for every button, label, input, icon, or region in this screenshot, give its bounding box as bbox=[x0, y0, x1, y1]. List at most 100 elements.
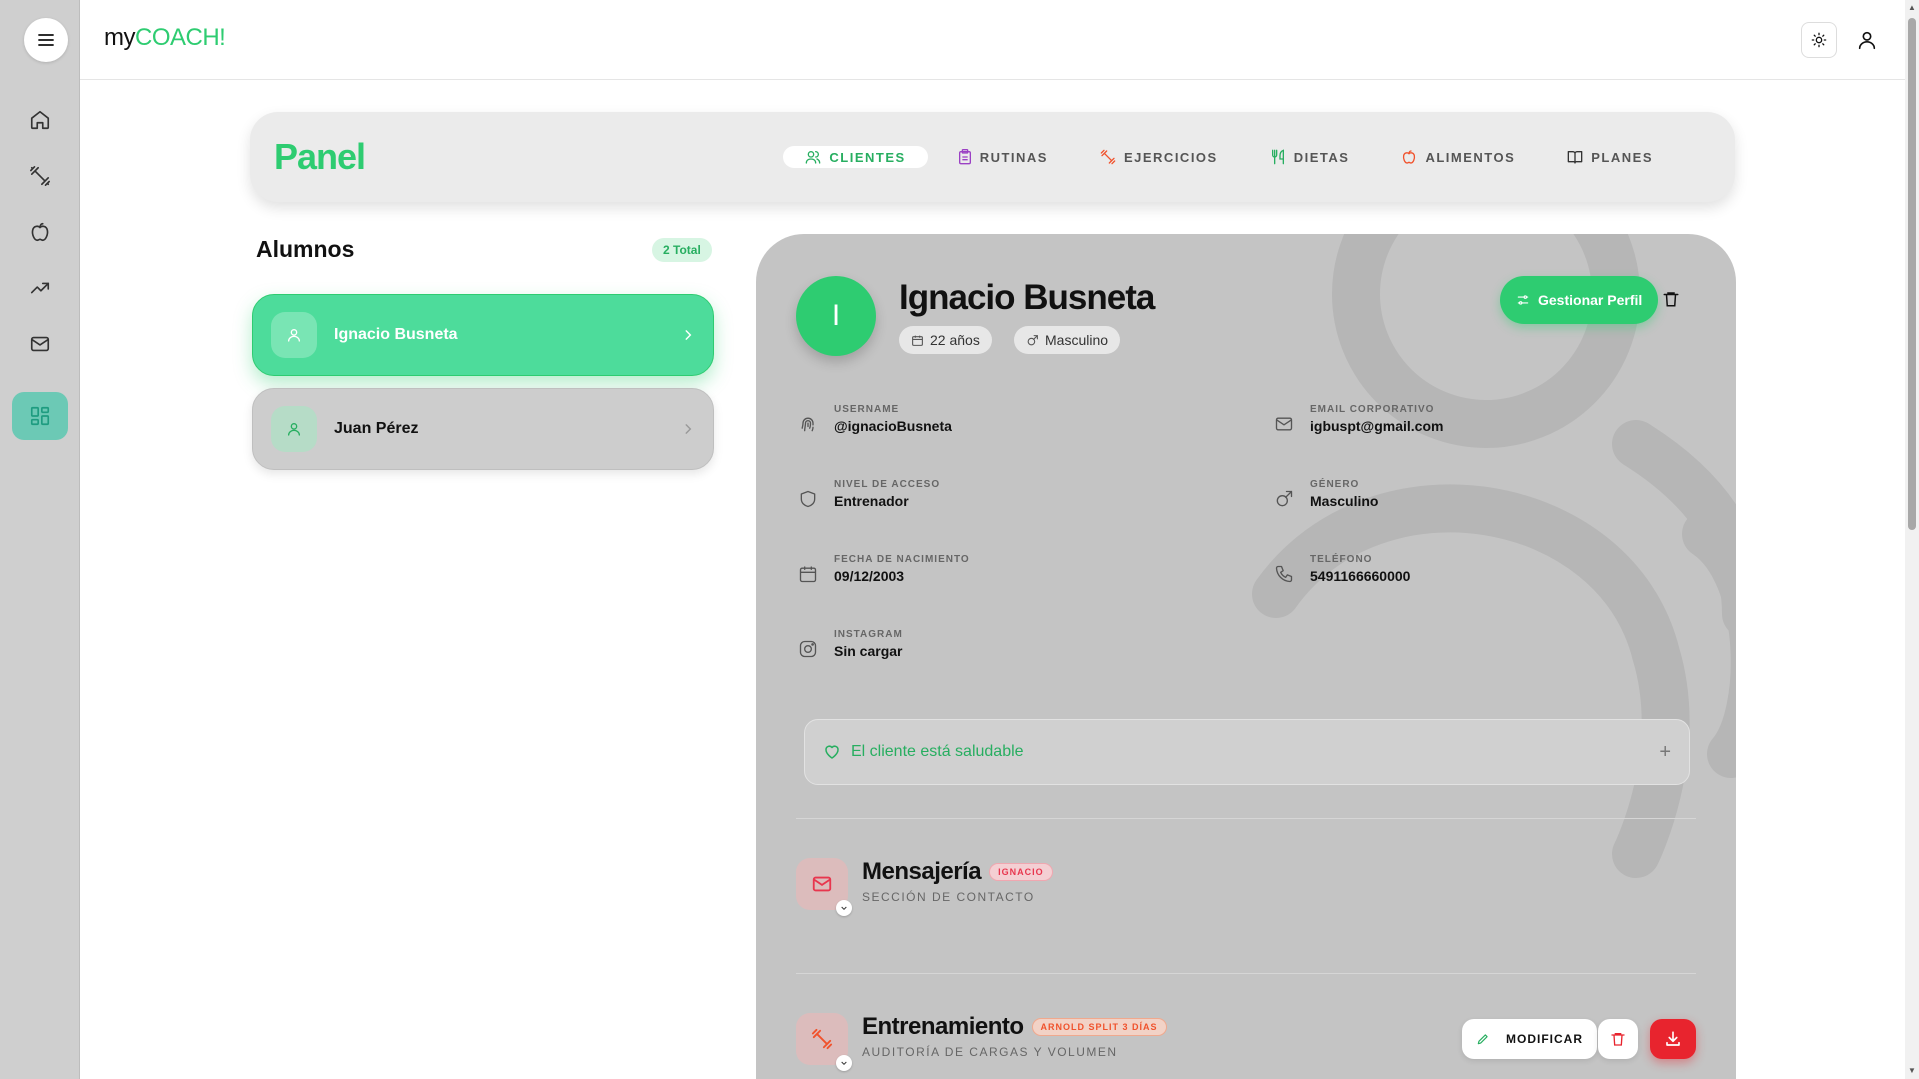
trending-up-icon bbox=[30, 282, 50, 294]
settings-sliders-icon bbox=[1517, 295, 1529, 305]
section-subtitle: SECCIÓN DE CONTACTO bbox=[862, 890, 1035, 904]
mail-icon bbox=[30, 336, 50, 352]
profile-card: I Ignacio Busneta 22 años Masculino Gest… bbox=[756, 234, 1736, 1079]
tab-alimentos[interactable]: ALIMENTOS bbox=[1379, 146, 1537, 168]
chevron-down-icon[interactable] bbox=[836, 900, 852, 916]
student-card-ignacio[interactable]: Ignacio Busneta bbox=[252, 294, 714, 376]
profile-name: Ignacio Busneta bbox=[899, 278, 1155, 317]
sidebar-item-dashboard[interactable] bbox=[12, 392, 68, 440]
theme-toggle-button[interactable] bbox=[1801, 22, 1837, 58]
user-menu-button[interactable] bbox=[1849, 22, 1885, 58]
info-label: INSTAGRAM bbox=[834, 629, 903, 640]
avatar bbox=[271, 406, 317, 452]
section-subtitle: AUDITORÍA DE CARGAS Y VOLUMEN bbox=[862, 1045, 1118, 1059]
background-decoration bbox=[1252, 234, 1736, 878]
download-icon bbox=[1666, 1031, 1680, 1046]
home-icon bbox=[30, 110, 50, 130]
clipboard-icon bbox=[958, 149, 971, 165]
sidebar-item-progress[interactable] bbox=[12, 264, 68, 312]
info-value: @ignacioBusneta bbox=[834, 418, 952, 434]
info-label: USERNAME bbox=[834, 404, 900, 415]
panel-tabs: CLIENTES RUTINAS EJERCICIOS DIETAS ALIME… bbox=[783, 146, 1675, 168]
tab-ejercicios[interactable]: EJERCICIOS bbox=[1078, 146, 1240, 168]
page-title: Panel bbox=[274, 136, 366, 177]
sidebar-item-nutrition[interactable] bbox=[12, 208, 68, 256]
dashboard-icon bbox=[30, 406, 50, 426]
students-title: Alumnos bbox=[256, 236, 355, 262]
chevron-down-icon[interactable] bbox=[836, 1055, 852, 1071]
trash-icon bbox=[1611, 1033, 1625, 1046]
sun-icon bbox=[1811, 32, 1827, 48]
section-title: Entrenamiento bbox=[862, 1013, 1024, 1040]
delete-routine-button[interactable] bbox=[1598, 1019, 1638, 1059]
tab-label: PLANES bbox=[1591, 149, 1653, 165]
section-badge: ARNOLD SPLIT 3 DÍAS bbox=[1031, 1018, 1167, 1036]
tab-label: RUTINAS bbox=[979, 149, 1048, 165]
tab-clientes[interactable]: CLIENTES bbox=[783, 146, 928, 168]
sidebar-item-exercises[interactable] bbox=[12, 152, 68, 200]
messaging-section[interactable]: Mensajería IGNACIO SECCIÓN DE CONTACTO bbox=[796, 858, 1053, 916]
student-card-juan[interactable]: Juan Pérez bbox=[252, 388, 714, 470]
info-label: TELÉFONO bbox=[1310, 554, 1373, 565]
manage-profile-label: Gestionar Perfil bbox=[1538, 292, 1643, 308]
apple-icon bbox=[1403, 150, 1416, 164]
download-button[interactable] bbox=[1650, 1019, 1696, 1059]
manage-profile-button[interactable]: Gestionar Perfil bbox=[1500, 276, 1659, 324]
page-scrollbar[interactable]: ▲ ▼ bbox=[1905, 0, 1919, 1079]
utensils-icon bbox=[1271, 149, 1284, 165]
scroll-up-icon[interactable]: ▲ bbox=[1908, 3, 1916, 12]
dumbbell-icon bbox=[30, 166, 50, 186]
health-status-panel[interactable]: El cliente está saludable + bbox=[804, 719, 1690, 785]
book-icon bbox=[1567, 151, 1583, 164]
divider bbox=[796, 973, 1696, 974]
info-birthdate: FECHA DE NACIMIENTO 09/12/2003 bbox=[798, 554, 970, 584]
section-title: Mensajería bbox=[862, 858, 982, 885]
sidebar-item-home[interactable] bbox=[12, 96, 68, 144]
scroll-down-icon[interactable]: ▼ bbox=[1908, 1066, 1916, 1075]
info-label: EMAIL CORPORATIVO bbox=[1310, 404, 1435, 415]
info-email: EMAIL CORPORATIVO igbuspt@gmail.com bbox=[1274, 404, 1443, 434]
male-icon bbox=[1027, 334, 1038, 345]
chevron-right-icon bbox=[685, 424, 692, 434]
expand-plus-icon[interactable]: + bbox=[1659, 741, 1671, 764]
dumbbell-icon bbox=[1100, 149, 1116, 165]
info-value: Masculino bbox=[1310, 493, 1379, 509]
info-username: USERNAME @ignacioBusneta bbox=[798, 404, 952, 434]
info-label: NIVEL DE ACCESO bbox=[834, 479, 941, 490]
shield-icon bbox=[800, 490, 816, 508]
panel-header: Panel CLIENTES RUTINAS EJERCICIOS DIETAS… bbox=[250, 112, 1735, 202]
user-icon bbox=[288, 329, 300, 342]
tab-label: ALIMENTOS bbox=[1425, 149, 1516, 165]
training-section[interactable]: Entrenamiento ARNOLD SPLIT 3 DÍAS AUDITO… bbox=[796, 1013, 1167, 1071]
fingerprint-icon bbox=[801, 417, 814, 432]
menu-button[interactable] bbox=[24, 18, 68, 62]
delete-profile-button[interactable] bbox=[1662, 290, 1680, 308]
trash-icon bbox=[1663, 292, 1679, 307]
heart-icon bbox=[825, 745, 839, 759]
top-bar: myCOACH! bbox=[80, 0, 1905, 80]
tab-planes[interactable]: PLANES bbox=[1545, 146, 1675, 168]
calendar-icon bbox=[912, 335, 923, 346]
mail-icon bbox=[812, 876, 832, 892]
students-total-badge: 2 Total bbox=[652, 238, 712, 262]
avatar bbox=[271, 312, 317, 358]
messaging-section-icon bbox=[796, 858, 852, 916]
tab-rutinas[interactable]: RUTINAS bbox=[936, 146, 1070, 168]
user-icon bbox=[1858, 31, 1876, 50]
info-access-level: NIVEL DE ACCESO Entrenador bbox=[798, 479, 940, 509]
tab-dietas[interactable]: DIETAS bbox=[1248, 146, 1372, 168]
sidebar-item-messages[interactable] bbox=[12, 320, 68, 368]
users-icon bbox=[806, 151, 821, 164]
user-icon bbox=[288, 423, 300, 436]
info-value: Sin cargar bbox=[834, 643, 903, 659]
app-logo[interactable]: myCOACH! bbox=[104, 24, 226, 52]
info-value: igbuspt@gmail.com bbox=[1310, 418, 1444, 434]
divider bbox=[796, 818, 1696, 819]
student-name: Juan Pérez bbox=[334, 420, 419, 437]
info-gender: GÉNERO Masculino bbox=[1274, 479, 1378, 509]
modify-button[interactable]: MODIFICAR bbox=[1462, 1019, 1597, 1059]
tab-label: DIETAS bbox=[1293, 149, 1350, 165]
scroll-thumb[interactable] bbox=[1908, 18, 1916, 530]
pencil-icon bbox=[1477, 1034, 1488, 1045]
profile-avatar: I bbox=[796, 276, 876, 356]
